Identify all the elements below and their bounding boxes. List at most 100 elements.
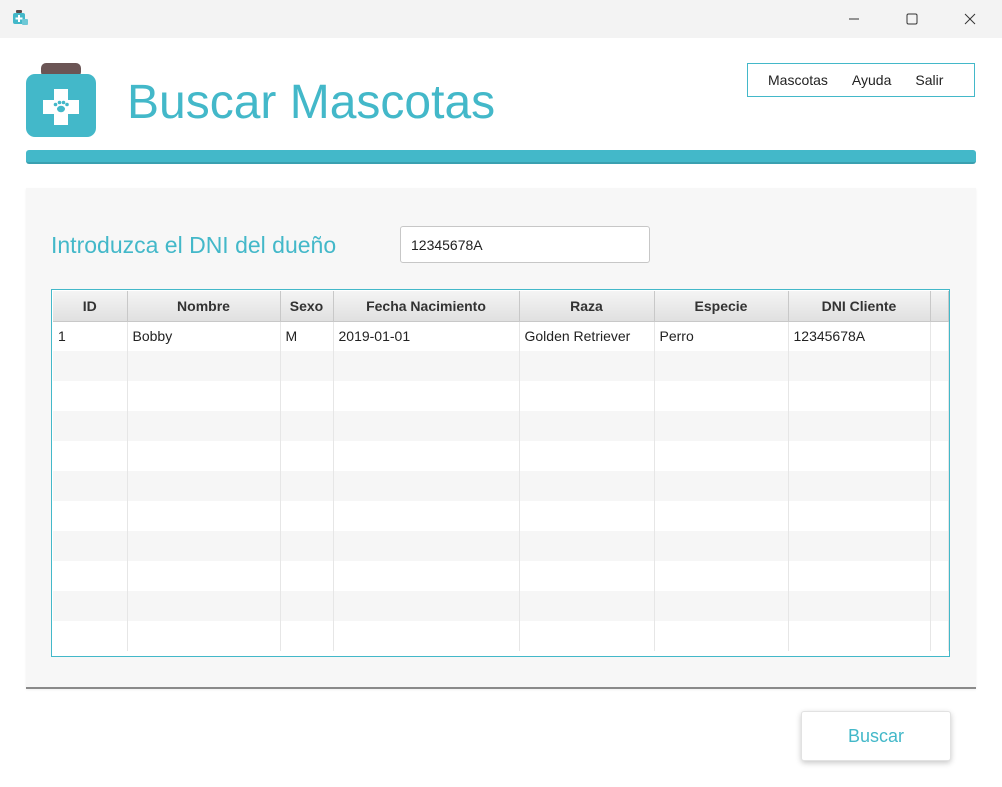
table-cell-empty [53, 471, 128, 501]
table-cell-empty [654, 471, 789, 501]
table-cell-empty [127, 591, 281, 621]
table-cell-empty [127, 471, 281, 501]
table-cell-dni-cliente: 12345678A [788, 321, 931, 351]
table-cell-empty [333, 471, 520, 501]
table-cell-nombre: Bobby [127, 321, 281, 351]
table-cell-empty [930, 561, 949, 591]
table-cell-empty [654, 411, 789, 441]
table-cell-empty [127, 441, 281, 471]
table-cell-empty [930, 351, 949, 381]
table-cell-empty [788, 411, 931, 441]
buscar-button[interactable]: Buscar [801, 711, 951, 761]
table-cell-empty [788, 621, 931, 651]
pets-table: ID Nombre Sexo Fecha Nacimiento Raza Esp… [51, 289, 950, 657]
table-cell-empty [788, 441, 931, 471]
maximize-button[interactable] [883, 0, 941, 38]
table-cell-empty [127, 501, 281, 531]
table-row-empty [53, 351, 949, 381]
table-cell-empty [519, 381, 655, 411]
table-cell-empty [519, 621, 655, 651]
table-cell-empty [53, 591, 128, 621]
table-cell-empty [654, 621, 789, 651]
table-cell-empty [280, 501, 334, 531]
menu-item-mascotas[interactable]: Mascotas [748, 72, 840, 88]
table-row-empty [53, 591, 949, 621]
pet-medical-jar-icon [26, 63, 96, 137]
table-cell-empty [930, 441, 949, 471]
column-header-id[interactable]: ID [53, 291, 128, 322]
table-row-empty [53, 471, 949, 501]
table-row[interactable]: 1 Bobby M 2019-01-01 Golden Retriever Pe… [53, 321, 949, 351]
table-cell-empty [930, 621, 949, 651]
table-cell-empty [788, 561, 931, 591]
table-cell-empty [280, 351, 334, 381]
table-cell-empty [280, 531, 334, 561]
table-cell-empty [519, 351, 655, 381]
table-cell-empty [333, 351, 520, 381]
table-cell-empty [333, 381, 520, 411]
table-cell-empty [654, 591, 789, 621]
table-cell-empty [930, 531, 949, 561]
table-cell-empty [930, 411, 949, 441]
column-header-raza[interactable]: Raza [519, 291, 655, 322]
table-cell-empty [127, 381, 281, 411]
table-row-empty [53, 561, 949, 591]
close-icon [964, 13, 976, 25]
table-cell-empty [654, 441, 789, 471]
menu-item-ayuda[interactable]: Ayuda [840, 72, 903, 88]
table-cell-especie: Perro [654, 321, 789, 351]
close-button[interactable] [941, 0, 999, 38]
menu-item-salir[interactable]: Salir [903, 72, 955, 88]
table-cell-empty [53, 501, 128, 531]
dni-input[interactable] [400, 226, 650, 263]
table-cell-empty [53, 561, 128, 591]
table-row-empty [53, 621, 949, 651]
table-cell-empty [127, 561, 281, 591]
table-cell-empty [280, 621, 334, 651]
table-cell-empty [519, 531, 655, 561]
table-cell-empty [788, 531, 931, 561]
column-header-nombre[interactable]: Nombre [127, 291, 281, 322]
table-cell-empty [930, 471, 949, 501]
table-cell-empty [53, 351, 128, 381]
table-cell-empty [53, 621, 128, 651]
search-panel: Introduzca el DNI del dueño ID [26, 188, 976, 689]
minimize-icon [849, 18, 859, 20]
column-header-especie[interactable]: Especie [654, 291, 789, 322]
table-cell-empty [930, 501, 949, 531]
column-header-sexo[interactable]: Sexo [280, 291, 334, 322]
table-cell-empty [519, 471, 655, 501]
table-header-row: ID Nombre Sexo Fecha Nacimiento Raza Esp… [53, 291, 949, 322]
table-cell-empty [519, 411, 655, 441]
table-cell-empty [654, 381, 789, 411]
table-cell-empty [53, 381, 128, 411]
table-row-empty [53, 531, 949, 561]
table-cell-empty [127, 531, 281, 561]
table-cell-empty [53, 411, 128, 441]
table-row-empty [53, 411, 949, 441]
table-cell-empty [53, 441, 128, 471]
column-header-fecha-nacimiento[interactable]: Fecha Nacimiento [333, 291, 520, 322]
table-cell-empty [333, 501, 520, 531]
table-cell-raza: Golden Retriever [519, 321, 655, 351]
table-cell-sexo: M [280, 321, 334, 351]
table-cell-empty [127, 351, 281, 381]
table-cell-empty [788, 351, 931, 381]
column-header-filler [930, 291, 949, 322]
table-cell-empty [333, 561, 520, 591]
minimize-button[interactable] [825, 0, 883, 38]
table-cell-empty [280, 381, 334, 411]
table-cell-empty [519, 561, 655, 591]
column-header-dni-cliente[interactable]: DNI Cliente [788, 291, 931, 322]
table-cell-fecha-nacimiento: 2019-01-01 [333, 321, 520, 351]
table-cell-empty [654, 501, 789, 531]
maximize-icon [906, 13, 918, 25]
table-cell-empty [333, 441, 520, 471]
header-divider [26, 150, 976, 164]
table-cell-empty [930, 591, 949, 621]
table-cell-empty [788, 591, 931, 621]
table-cell-empty [333, 621, 520, 651]
table-cell-empty [333, 531, 520, 561]
table-cell-empty [654, 531, 789, 561]
table-cell-empty [788, 381, 931, 411]
